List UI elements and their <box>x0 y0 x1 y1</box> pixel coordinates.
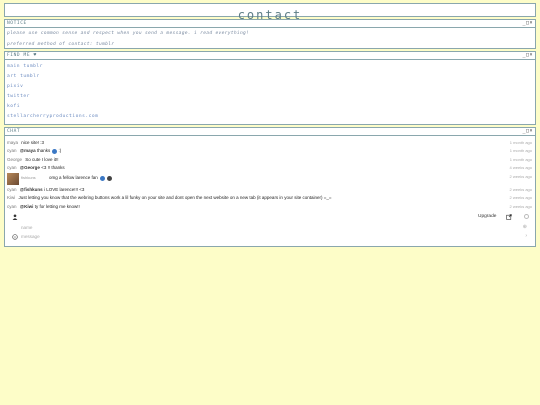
message-author[interactable]: cyan <box>7 148 17 153</box>
message-mention[interactable]: @fishkuns <box>20 187 43 192</box>
findme-title: FIND ME ♥ <box>7 53 37 58</box>
message-time: 1 month ago <box>509 156 532 162</box>
message-mention[interactable]: @Kiwi <box>20 204 34 209</box>
chat-header: CHAT _□× <box>5 128 535 136</box>
smiley-icon[interactable] <box>12 233 18 240</box>
user-icon[interactable] <box>12 214 18 221</box>
page-title-bar: contact <box>4 3 536 21</box>
emoji-icon <box>107 175 113 181</box>
message-author[interactable]: fishkuns <box>21 175 36 180</box>
avatar-icon <box>52 148 58 154</box>
external-link-icon[interactable] <box>506 214 512 220</box>
message-time: 1 month ago <box>509 140 532 145</box>
message-time: 2 weeks ago <box>509 187 532 193</box>
message-time: 1 month ago <box>509 148 532 154</box>
message-text: omg a fellow larence fan <box>49 174 113 182</box>
notice-line-1: please use common sense and respect when… <box>7 31 250 36</box>
findme-window: FIND ME ♥ _□× main tumblr art tumblr pix… <box>4 51 536 125</box>
window-controls[interactable]: _□× <box>522 20 533 27</box>
chat-message: fishkuns omg a fellow larence fan 2 week… <box>5 172 535 186</box>
link-kofi[interactable]: kofi <box>5 102 535 112</box>
message-text: thanks <box>36 148 51 154</box>
name-input[interactable] <box>21 224 511 232</box>
notice-window: NOTICE _□× please use common sense and r… <box>4 19 536 49</box>
send-icon[interactable]: › <box>525 232 527 241</box>
message-text: So cute I love it!! <box>25 156 59 162</box>
message-time: 2 weeks ago <box>509 174 532 180</box>
chat-message: cyan @fishkuns i LOVE larence!!! <3 2 we… <box>5 186 535 194</box>
link-art-tumblr[interactable]: art tumblr <box>5 72 535 82</box>
findme-header: FIND ME ♥ _□× <box>5 52 535 60</box>
message-text: Just letting you know that the webring b… <box>18 195 332 201</box>
message-author[interactable]: cyan <box>7 165 17 170</box>
message-time: 4 weeks ago <box>509 164 532 170</box>
message-mention[interactable]: @maya <box>20 148 36 153</box>
name-row: ⊕ <box>5 223 535 232</box>
message-text: ty for letting me know!! <box>34 203 80 209</box>
message-input[interactable] <box>21 233 511 241</box>
link-pixiv[interactable]: pixiv <box>5 82 535 92</box>
message-author[interactable]: Kiwi <box>7 195 15 200</box>
message-mention[interactable]: @George <box>20 165 40 170</box>
chat-title: CHAT <box>7 129 21 134</box>
message-author[interactable]: cyan <box>7 187 17 192</box>
message-text: nice site! :3 <box>21 140 45 145</box>
name-glyph-icon[interactable]: ⊕ <box>523 223 527 232</box>
window-controls[interactable]: _□× <box>522 128 533 135</box>
user-avatar-image[interactable] <box>7 173 19 186</box>
chat-message: cyan @Kiwi ty for letting me know!! 2 we… <box>5 203 535 211</box>
message-author[interactable]: cyan <box>7 204 17 209</box>
link-twitter[interactable]: twitter <box>5 92 535 102</box>
chat-message: George So cute I love it!! 1 month ago <box>5 156 535 164</box>
chat-message: maya nice site! :3 1 month ago <box>5 139 535 147</box>
chat-message: cyan @maya thanks :) 1 month ago <box>5 147 535 155</box>
chat-message: cyan @George <3 !! thanks 4 weeks ago <box>5 164 535 172</box>
message-text: i LOVE larence!!! <3 <box>43 187 85 193</box>
chat-message: Kiwi Just letting you know that the webr… <box>5 194 535 202</box>
link-website[interactable]: stellarcherryproductions.com <box>5 112 535 122</box>
notice-title: NOTICE <box>7 21 27 26</box>
chat-toolbar: Upgrade <box>5 211 535 223</box>
message-text: <3 !! thanks <box>41 164 65 170</box>
message-author[interactable]: George <box>7 157 22 162</box>
link-main-tumblr[interactable]: main tumblr <box>5 62 535 72</box>
message-time: 2 weeks ago <box>509 195 532 201</box>
chat-window: CHAT _□× maya nice site! :3 1 month ago … <box>4 127 536 247</box>
message-author[interactable]: maya <box>7 140 18 145</box>
findme-links: main tumblr art tumblr pixiv twitter kof… <box>5 62 535 122</box>
notice-header: NOTICE _□× <box>5 20 535 28</box>
chat-messages: maya nice site! :3 1 month ago cyan @may… <box>5 136 535 211</box>
message-time: 2 weeks ago <box>509 203 532 209</box>
status-circle-icon[interactable] <box>524 214 529 220</box>
message-row: › <box>5 232 535 241</box>
emoji-icon <box>100 175 106 181</box>
upgrade-button[interactable]: Upgrade <box>478 211 496 223</box>
window-controls[interactable]: _□× <box>522 52 533 59</box>
notice-line-2: preferred method of contact: tumblr <box>7 42 115 47</box>
